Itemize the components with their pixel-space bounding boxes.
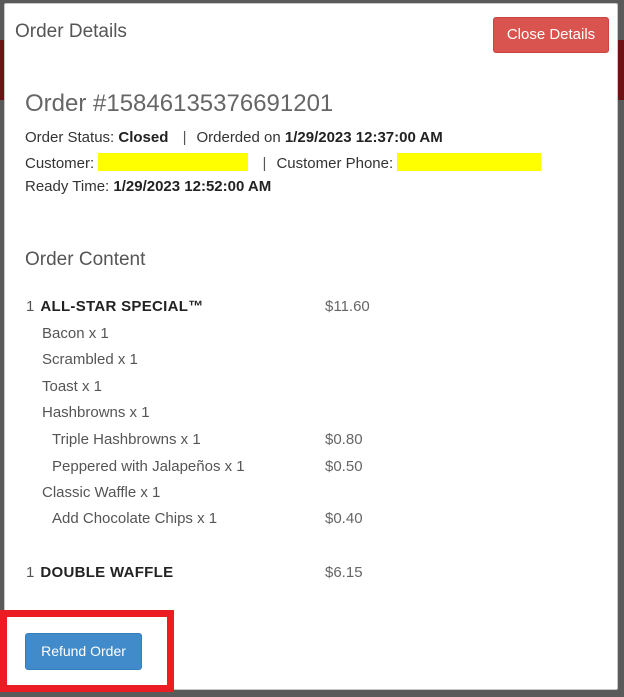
item-price: $11.60	[325, 298, 370, 315]
customer-name-redaction	[98, 153, 249, 171]
ready-time-line: Ready Time: 1/29/2023 12:52:00 AM	[25, 178, 271, 195]
ordered-on-label: Orderded on	[196, 129, 281, 146]
item-name: Classic Waffle x 1	[42, 484, 161, 501]
close-details-button[interactable]: Close Details	[493, 17, 609, 53]
customer-label: Customer:	[25, 155, 95, 172]
item-name: Toast x 1	[42, 378, 103, 395]
item-name: Scrambled x 1	[42, 351, 138, 368]
item-price: $0.80	[325, 431, 363, 448]
modal-title: Order Details	[15, 21, 127, 42]
item-name: DOUBLE WAFFLE	[40, 564, 174, 581]
separator: |	[262, 155, 267, 172]
order-status-value: Closed	[118, 129, 169, 146]
order-number: Order #15846135376691201	[25, 90, 334, 117]
item-name: Add Chocolate Chips x 1	[52, 510, 218, 527]
ready-time-value: 1/29/2023 12:52:00 AM	[113, 178, 272, 195]
separator: |	[182, 129, 187, 146]
item-name: Hashbrowns x 1	[42, 404, 150, 421]
item-name: ALL-STAR SPECIAL™	[40, 298, 204, 315]
item-price: $0.40	[325, 510, 363, 527]
order-status-line: Order Status: Closed | Orderded on 1/29/2…	[25, 129, 443, 146]
item-price: $0.50	[325, 458, 363, 475]
item-price: $6.15	[325, 564, 363, 581]
customer-line: Customer: | Customer Phone:	[25, 153, 542, 172]
refund-order-button[interactable]: Refund Order	[25, 633, 142, 670]
ordered-on-value: 1/29/2023 12:37:00 AM	[284, 129, 443, 146]
order-details-modal: Order Details Close Details Order #15846…	[4, 3, 618, 690]
item-name: Triple Hashbrowns x 1	[52, 431, 201, 448]
item-qty: 1	[26, 564, 35, 581]
order-content-title: Order Content	[25, 249, 146, 270]
item-qty: 1	[26, 298, 35, 315]
customer-phone-redaction	[397, 153, 542, 171]
item-name: Bacon x 1	[42, 325, 109, 342]
item-name: Peppered with Jalapeños x 1	[52, 458, 245, 475]
customer-phone-label: Customer Phone:	[276, 155, 394, 172]
order-status-label: Order Status:	[25, 129, 115, 146]
ready-time-label: Ready Time:	[25, 178, 110, 195]
